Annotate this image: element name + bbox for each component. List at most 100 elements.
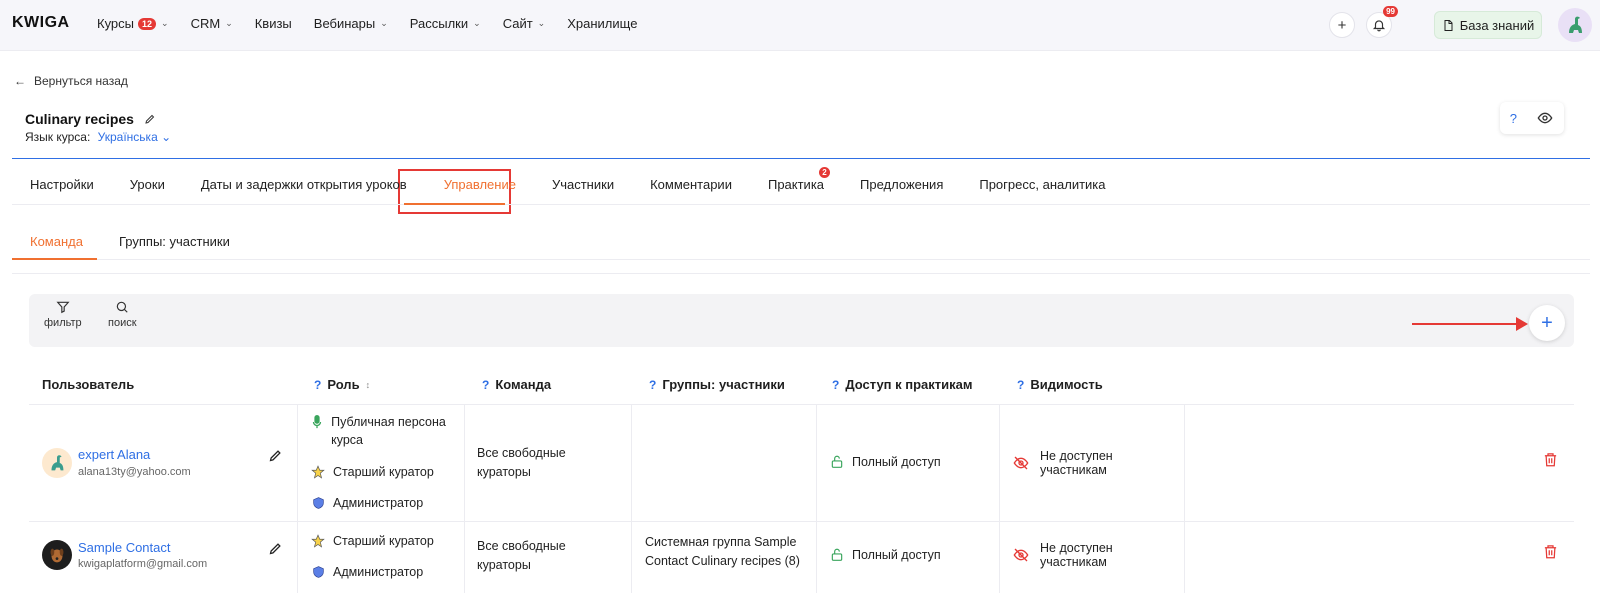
tab-practice[interactable]: Практика 2 bbox=[768, 167, 831, 192]
table-header-divider bbox=[29, 404, 1574, 405]
help-icon[interactable]: ? bbox=[482, 378, 489, 392]
column-header-user: Пользователь bbox=[42, 377, 134, 392]
nav-item-label: Вебинары bbox=[313, 16, 376, 31]
tab-participants[interactable]: Участники bbox=[552, 177, 614, 192]
arrow-left-icon: ← bbox=[14, 74, 26, 88]
nav-item-label: Квизы bbox=[254, 16, 292, 31]
user-email: alana13ty@yahoo.com bbox=[78, 466, 191, 478]
user-email: kwigaplatform@gmail.com bbox=[78, 558, 208, 570]
help-icon[interactable]: ? bbox=[832, 378, 839, 392]
search-button[interactable]: поиск bbox=[108, 300, 137, 329]
chevron-down-icon: ⌄ bbox=[537, 18, 546, 28]
nav-item-webinars[interactable]: Вебинары ⌄ bbox=[314, 16, 388, 31]
visibility-status: Не доступен участникам bbox=[1012, 541, 1132, 569]
pencil-icon bbox=[269, 450, 281, 462]
nav-item-quizzes[interactable]: Квизы bbox=[255, 16, 292, 31]
course-title: Culinary recipes bbox=[25, 111, 156, 127]
unlock-icon bbox=[831, 455, 843, 468]
logo[interactable]: KWIGA bbox=[12, 14, 70, 32]
course-language: Язык курса: Українська ⌄ bbox=[25, 130, 171, 144]
plus-icon: + bbox=[1337, 16, 1347, 34]
plus-icon: + bbox=[1541, 311, 1553, 334]
nav-item-courses[interactable]: Курсы 12 ⌄ bbox=[97, 16, 169, 31]
user-name-link[interactable]: Sample Contact bbox=[78, 540, 171, 555]
pencil-icon bbox=[269, 543, 281, 555]
annotation-arrow-head bbox=[1516, 317, 1528, 331]
access-label: Полный доступ bbox=[852, 547, 941, 562]
tab-management[interactable]: Управление bbox=[444, 177, 516, 192]
edit-user-button[interactable] bbox=[268, 448, 283, 467]
help-icon[interactable]: ? bbox=[649, 378, 656, 392]
trash-icon bbox=[1544, 453, 1557, 467]
help-preview-group: ? bbox=[1500, 102, 1564, 134]
delete-button[interactable] bbox=[1543, 451, 1558, 471]
tab-label: Даты и задержки открытия уроков bbox=[200, 177, 407, 192]
tab-label: Уроки bbox=[129, 177, 165, 192]
notifications-badge: 99 bbox=[1383, 6, 1398, 17]
visibility-status: Не доступен участникам bbox=[1012, 449, 1132, 477]
filter-label: фильтр bbox=[44, 317, 82, 329]
role-label: Публичная персона курса bbox=[331, 415, 446, 447]
pencil-icon[interactable] bbox=[144, 113, 156, 125]
filter-button[interactable]: фильтр bbox=[44, 300, 82, 329]
knowledge-base-button[interactable]: База знаний bbox=[1434, 11, 1542, 39]
tab-label: Предложения bbox=[860, 177, 944, 192]
nav-item-storage[interactable]: Хранилище bbox=[567, 16, 637, 31]
access-label: Полный доступ bbox=[852, 454, 941, 469]
dinosaur-icon bbox=[51, 455, 64, 471]
tab-offers[interactable]: Предложения bbox=[860, 177, 943, 192]
notifications-button[interactable]: 99 bbox=[1366, 6, 1398, 38]
column-divider bbox=[999, 404, 1000, 593]
subtab-team[interactable]: Команда bbox=[30, 234, 83, 249]
help-icon[interactable]: ? bbox=[1017, 378, 1024, 392]
subtabs-divider bbox=[12, 259, 1590, 260]
team-value: Все свободные кураторы bbox=[477, 446, 566, 479]
help-icon[interactable]: ? bbox=[1510, 111, 1517, 126]
practice-access: Полный доступ bbox=[830, 454, 941, 469]
column-divider bbox=[1184, 404, 1185, 593]
dog-icon bbox=[50, 548, 64, 563]
user-name-link[interactable]: expert Alana bbox=[78, 447, 150, 462]
tab-comments[interactable]: Комментарии bbox=[650, 177, 732, 192]
visibility-label: Не доступен участникам bbox=[1040, 541, 1113, 569]
nav-item-mailings[interactable]: Рассылки ⌄ bbox=[410, 16, 481, 31]
edit-user-button[interactable] bbox=[268, 541, 283, 560]
tab-lessons[interactable]: Уроки bbox=[130, 177, 165, 192]
column-header-role[interactable]: ? Роль ↕ bbox=[314, 377, 370, 392]
team-value: Все свободные кураторы bbox=[477, 539, 566, 572]
avatar bbox=[42, 540, 72, 570]
nav-item-site[interactable]: Сайт ⌄ bbox=[503, 16, 546, 31]
row-divider bbox=[29, 521, 1574, 522]
tab-dates-delays[interactable]: Даты и задержки открытия уроков bbox=[201, 177, 407, 192]
user-avatar[interactable] bbox=[1558, 8, 1592, 42]
add-button[interactable]: + bbox=[1329, 12, 1355, 38]
chevron-down-icon: ⌄ bbox=[161, 18, 169, 28]
header-label: Видимость bbox=[1030, 377, 1103, 392]
practice-count-badge: 2 bbox=[819, 167, 831, 178]
subtab-groups[interactable]: Группы: участники bbox=[119, 234, 230, 249]
delete-button[interactable] bbox=[1543, 543, 1558, 563]
role-label: Старший куратор bbox=[333, 534, 434, 548]
column-divider bbox=[297, 404, 298, 593]
help-icon[interactable]: ? bbox=[314, 378, 321, 392]
search-icon bbox=[117, 301, 128, 313]
header-label: Группы: участники bbox=[662, 377, 785, 392]
role-label: Администратор bbox=[333, 565, 424, 579]
active-tab-indicator bbox=[404, 203, 505, 205]
chevron-down-icon: ⌄ bbox=[473, 18, 481, 28]
column-header-team: ? Команда bbox=[482, 377, 551, 392]
chevron-down-icon: ⌄ bbox=[380, 18, 388, 28]
role-item: Публичная персона курса bbox=[311, 413, 461, 449]
back-link[interactable]: ← Вернуться назад bbox=[14, 74, 128, 88]
role-label: Администратор bbox=[333, 496, 424, 510]
add-team-member-button[interactable]: + bbox=[1529, 305, 1565, 341]
tab-progress-analytics[interactable]: Прогресс, аналитика bbox=[979, 177, 1105, 192]
tab-settings[interactable]: Настройки bbox=[30, 177, 94, 192]
nav-item-crm[interactable]: CRM ⌄ bbox=[191, 16, 233, 31]
eye-icon[interactable] bbox=[1536, 110, 1554, 126]
role-item: Старший куратор bbox=[311, 532, 434, 550]
column-header-practice-access: ? Доступ к практикам bbox=[832, 377, 973, 392]
subtab-label: Группы: участники bbox=[118, 234, 230, 249]
language-select[interactable]: Українська ⌄ bbox=[98, 130, 172, 144]
sort-icon[interactable]: ↕ bbox=[366, 380, 371, 390]
